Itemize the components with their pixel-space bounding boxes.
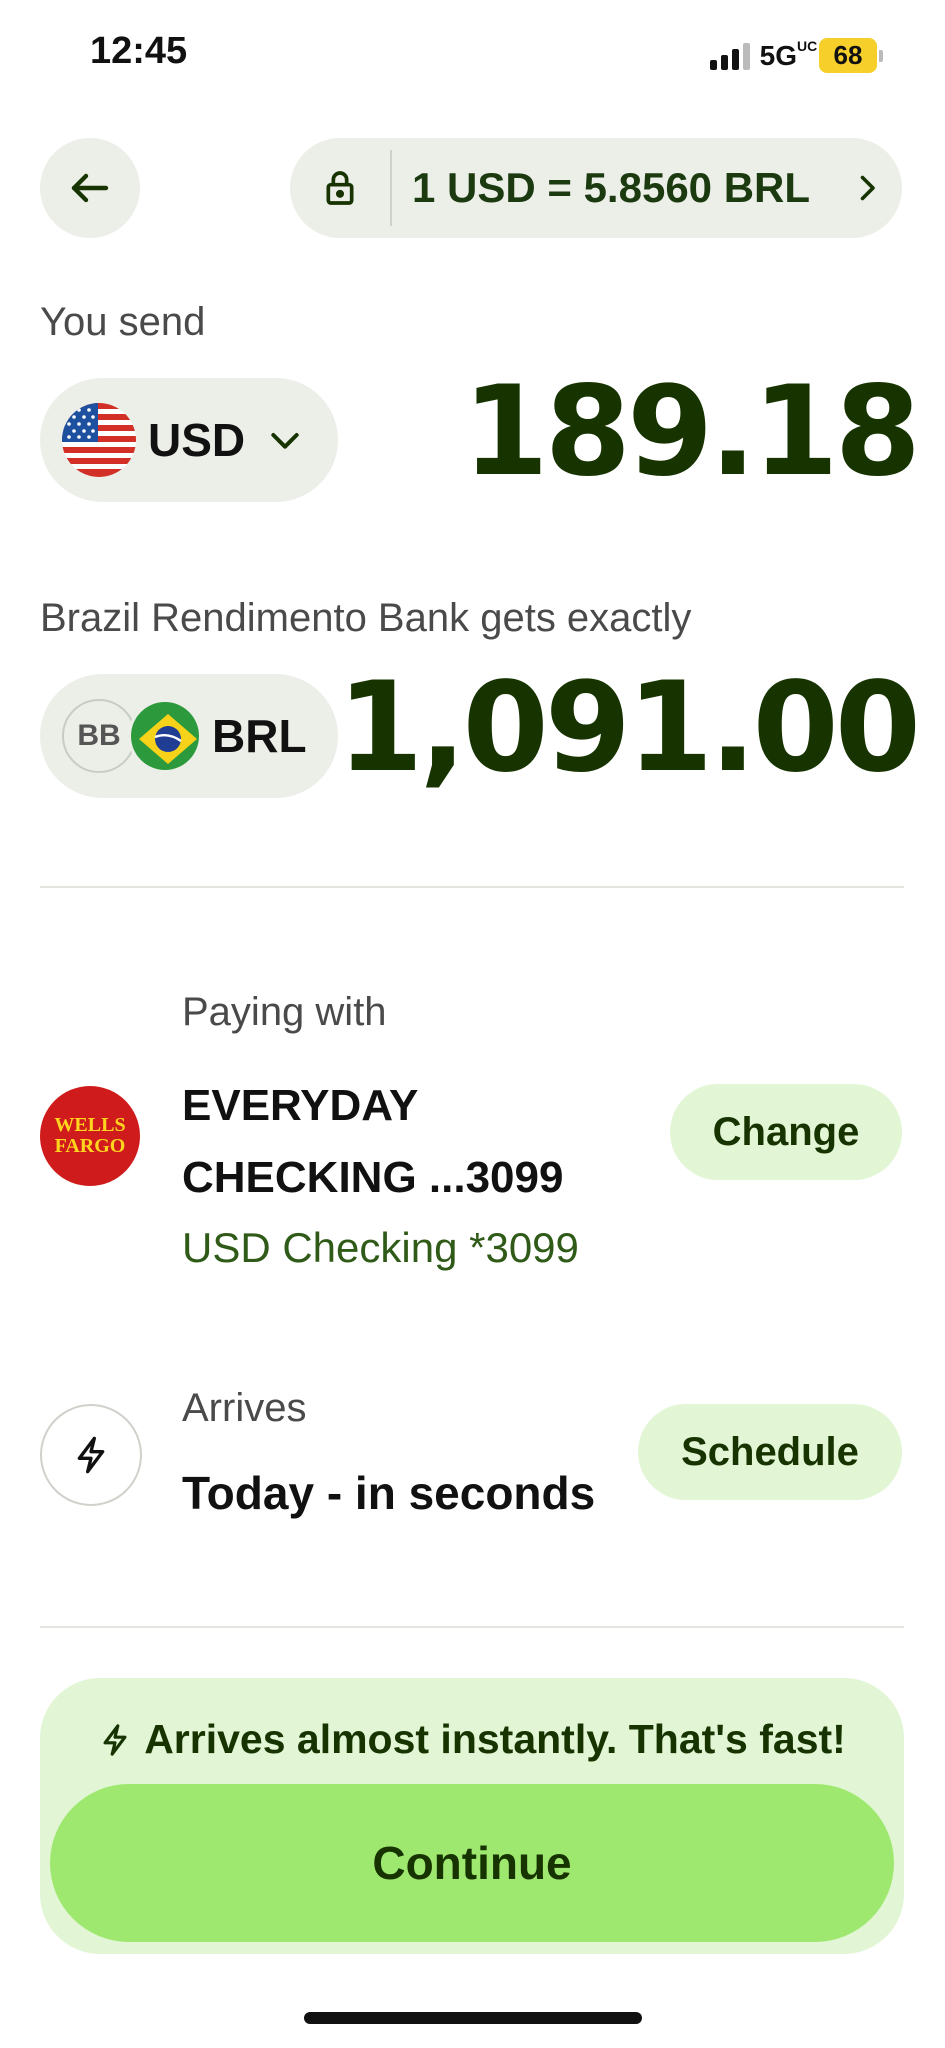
arrives-label: Arrives <box>182 1386 307 1430</box>
lightning-small-icon <box>103 1723 127 1756</box>
receive-amount-input[interactable]: 1,091.00 <box>337 656 921 800</box>
change-button[interactable]: Change <box>670 1084 902 1180</box>
exchange-rate-text: 1 USD = 5.8560 BRL <box>412 164 811 211</box>
fast-note: Arrives almost instantly. That's fast! <box>40 1716 904 1763</box>
us-flag-icon <box>62 403 136 477</box>
arrival-time: Today - in seconds <box>182 1467 596 1519</box>
fast-note-text: Arrives almost instantly. That's fast! <box>144 1716 846 1762</box>
signal-icon <box>709 42 750 70</box>
status-time: 12:45 <box>90 30 188 72</box>
schedule-button[interactable]: Schedule <box>638 1404 902 1500</box>
battery-tip <box>879 49 883 62</box>
continue-panel: Arrives almost instantly. That's fast! C… <box>40 1678 904 1954</box>
receive-currency-display: BB BRL <box>40 674 338 798</box>
bank-logo-line2: FARGO <box>54 1135 126 1157</box>
bank-badge: BB <box>62 699 136 773</box>
back-button[interactable] <box>40 138 140 238</box>
arrow-left-icon <box>71 173 109 203</box>
lightning-icon <box>40 1404 142 1506</box>
wells-fargo-logo: WELLS FARGO <box>40 1086 140 1186</box>
lock-icon <box>290 138 390 238</box>
account-subtitle: USD Checking *3099 <box>182 1224 579 1271</box>
footer-divider <box>40 1626 904 1628</box>
chevron-right-icon <box>832 170 902 206</box>
status-bar: 12:45 5GUC 68 <box>0 0 945 110</box>
send-currency-code: USD <box>148 414 246 466</box>
receive-currency-code: BRL <box>212 710 307 762</box>
receive-label: Brazil Rendimento Bank gets exactly <box>40 596 692 640</box>
network-type: 5GUC <box>759 37 818 71</box>
paying-with-label: Paying with <box>182 990 387 1034</box>
brazil-flag-icon <box>128 699 202 773</box>
status-indicators: 5GUC 68 <box>709 37 883 73</box>
chevron-down-icon <box>265 420 305 460</box>
home-indicator[interactable] <box>304 2012 642 2024</box>
send-label: You send <box>40 300 206 344</box>
exchange-rate-button[interactable]: 1 USD = 5.8560 BRL <box>290 138 902 238</box>
battery-icon: 68 <box>819 38 877 73</box>
bank-logo-line1: WELLS <box>54 1114 126 1136</box>
section-divider <box>40 886 904 888</box>
send-amount-input[interactable]: 189.18 <box>462 360 921 504</box>
account-name: EVERYDAY CHECKING ...3099 <box>182 1081 564 1202</box>
continue-button[interactable]: Continue <box>50 1784 894 1942</box>
send-currency-selector[interactable]: USD <box>40 378 338 502</box>
